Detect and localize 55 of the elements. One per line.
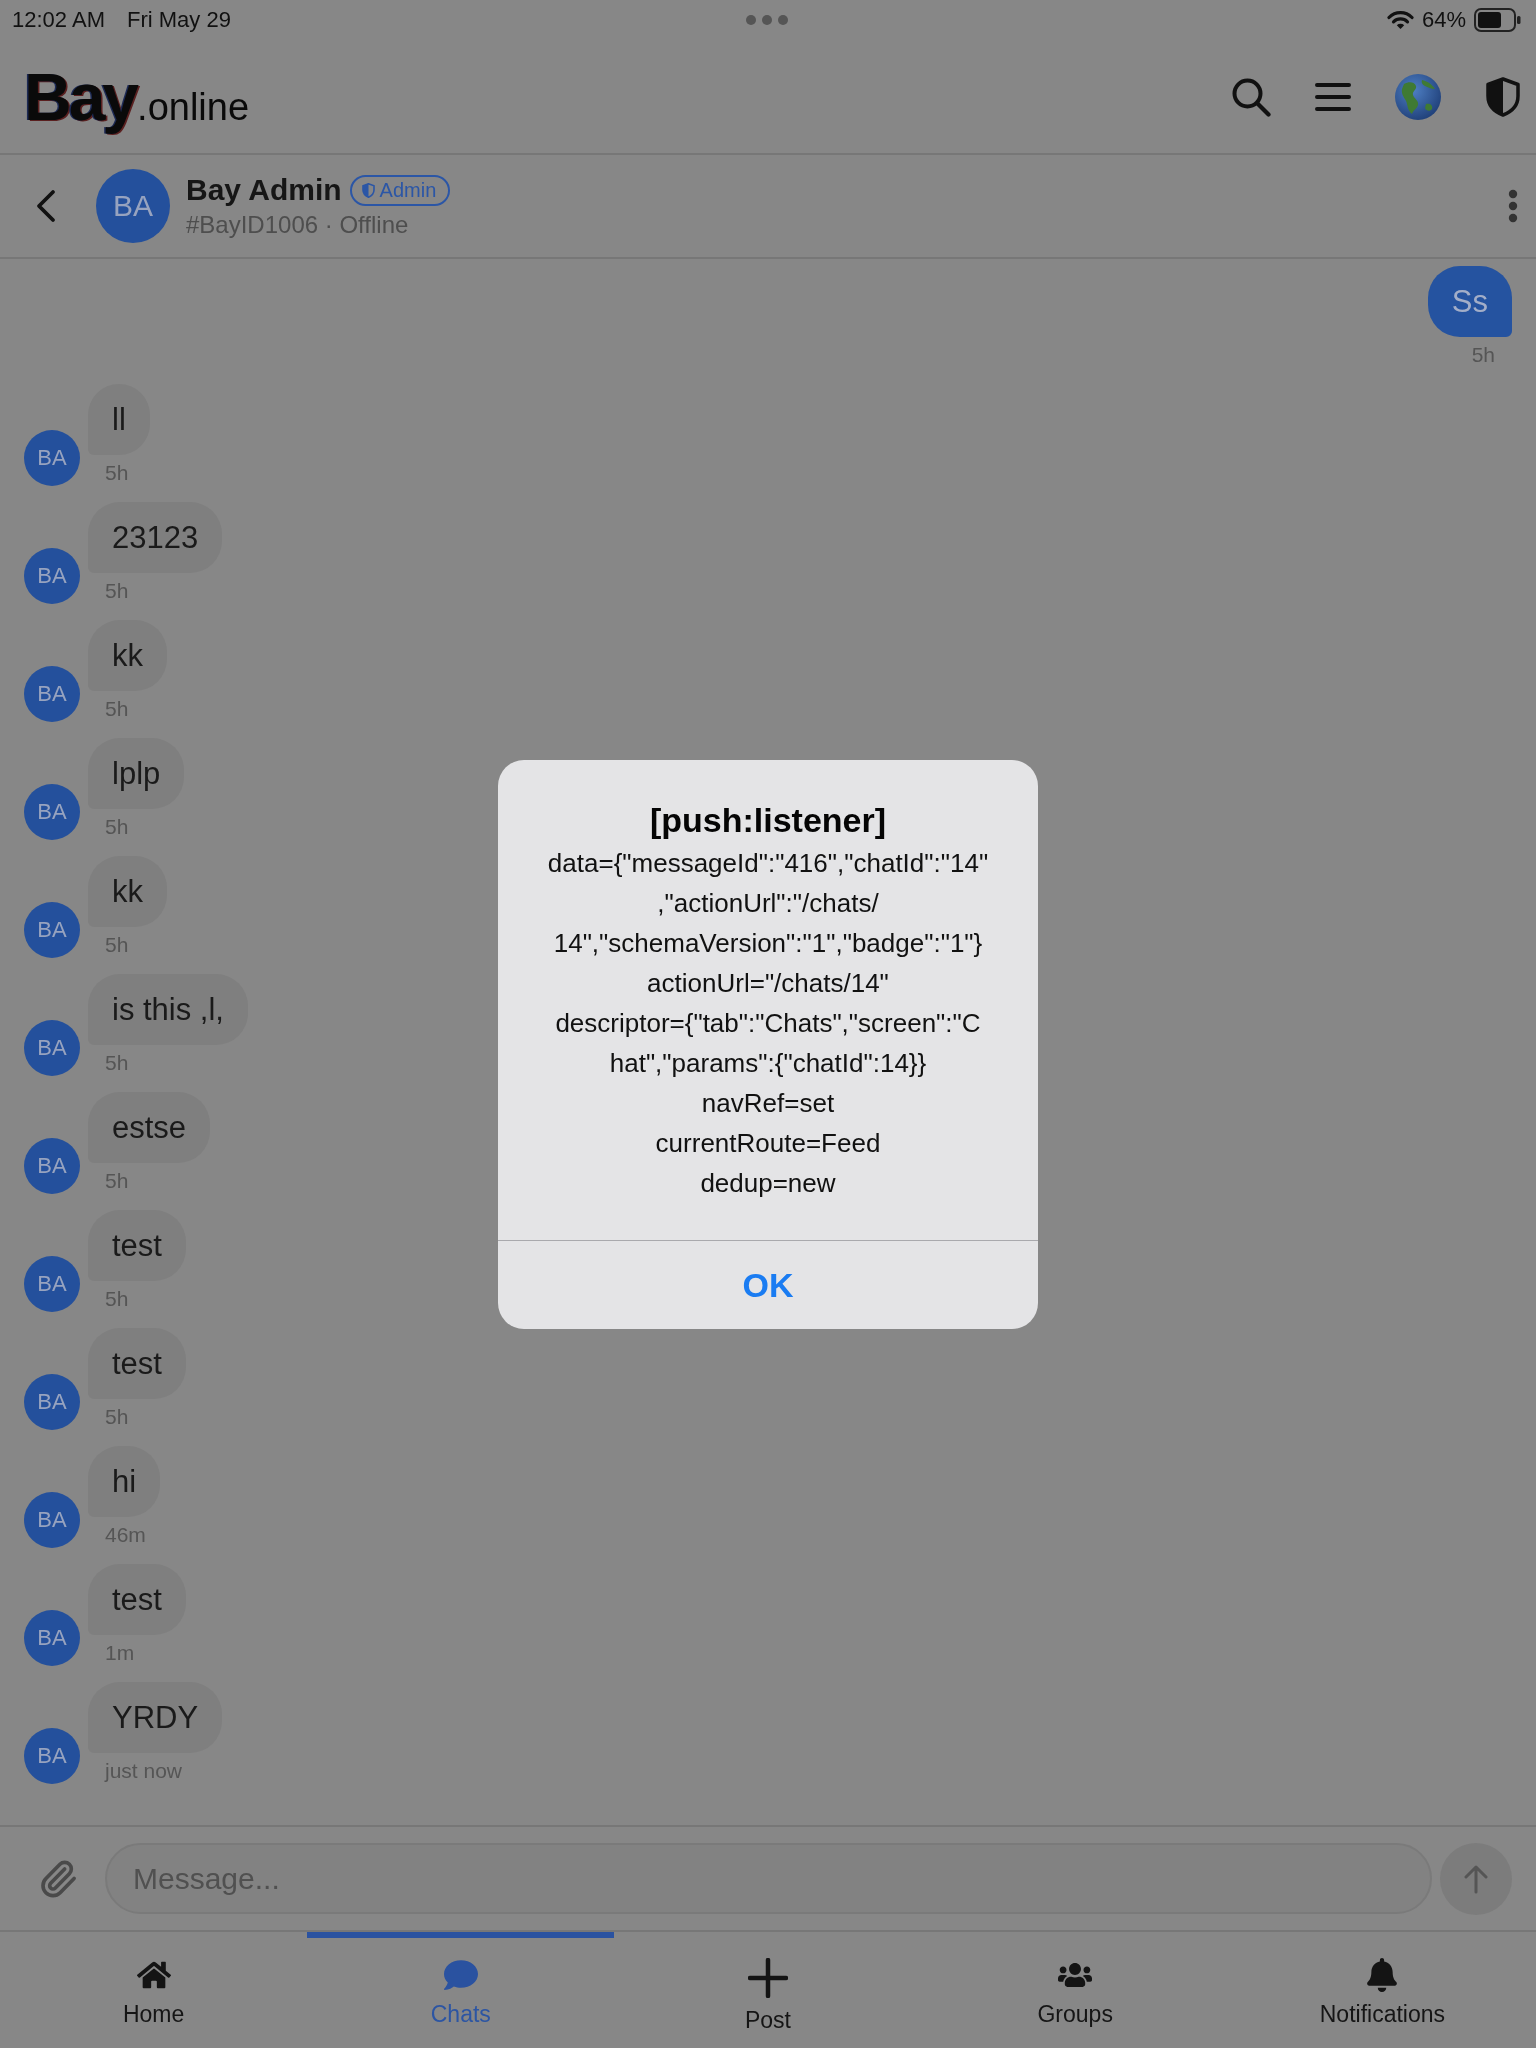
logo[interactable]: Bay.online	[24, 58, 250, 135]
more-options-icon[interactable]	[1508, 189, 1518, 223]
message-bubble: kk	[88, 856, 167, 927]
tab[interactable]: Notifications	[1228, 1932, 1536, 2048]
paperclip-icon[interactable]	[38, 1858, 78, 1899]
message-bubble: test	[88, 1210, 186, 1281]
avatar: BA	[96, 169, 170, 243]
avatar: BA	[24, 430, 80, 486]
tab[interactable]: Groups	[921, 1932, 1229, 2048]
alert-title: [push:listener]	[649, 800, 887, 841]
avatar: BA	[24, 548, 80, 604]
tab[interactable]: Post	[614, 1932, 922, 2048]
message-bubble: test	[88, 1328, 186, 1399]
arrow-up-icon	[1464, 1863, 1488, 1894]
avatar: BA	[24, 902, 80, 958]
bell-icon	[1365, 1958, 1400, 1992]
message-bubble: YRDY	[88, 1682, 223, 1753]
shield-icon[interactable]	[1485, 76, 1521, 117]
avatar: BA	[24, 1256, 80, 1312]
message-bubble: is this ,l,	[88, 974, 248, 1045]
three-dots-icon[interactable]	[744, 14, 789, 26]
message-bubble: test	[88, 1564, 186, 1635]
contact-status: #BayID1006 · Offline	[186, 211, 409, 239]
avatar: BA	[24, 784, 80, 840]
globe-icon[interactable]	[1395, 73, 1441, 120]
avatar: BA	[24, 1020, 80, 1076]
message-bubble: 23123	[88, 502, 223, 573]
role-label: Admin	[379, 178, 437, 202]
message-bubble: ll	[88, 384, 150, 455]
ok-button[interactable]: OK	[498, 1241, 1038, 1329]
message-bubble: lplp	[88, 738, 185, 809]
chat-bubble-icon	[443, 1958, 478, 1992]
menu-icon[interactable]	[1315, 81, 1351, 112]
message-bubble: hi	[88, 1446, 161, 1517]
avatar: BA	[24, 666, 80, 722]
message-bubble: estse	[88, 1092, 211, 1163]
avatar: BA	[24, 1492, 80, 1548]
battery-icon	[1474, 8, 1521, 32]
tab[interactable]: Home	[0, 1932, 308, 2048]
avatar: BA	[24, 1374, 80, 1430]
avatar: BA	[24, 1728, 80, 1784]
message-bubble: Ss	[1427, 266, 1512, 337]
shield-icon	[361, 182, 375, 198]
contact-name: Bay Admin	[186, 173, 342, 207]
wifi-icon	[1386, 10, 1414, 30]
avatar: BA	[24, 1138, 80, 1194]
battery-percent: 64%	[1421, 7, 1466, 33]
avatar: BA	[24, 1610, 80, 1666]
status-time: 12:02 AM	[12, 7, 105, 33]
message-bubble: kk	[88, 620, 167, 691]
plus-icon	[748, 1958, 788, 1998]
back-chevron-icon[interactable]	[36, 189, 56, 223]
status-date: Fri May 29	[126, 7, 231, 33]
search-icon[interactable]	[1231, 76, 1271, 117]
alert-message: data={"messageId":"416","chatId":"14" ,"actionUrl":"/chats/ 14","schemaVersion":"1","badge":"1"} actionUrl="/chats/14" descriptor={"tab":"Chats","screen":"C hat","params":{"chatId":14}} navRef=set currentRoute=Feed dedup=new	[547, 847, 989, 1200]
